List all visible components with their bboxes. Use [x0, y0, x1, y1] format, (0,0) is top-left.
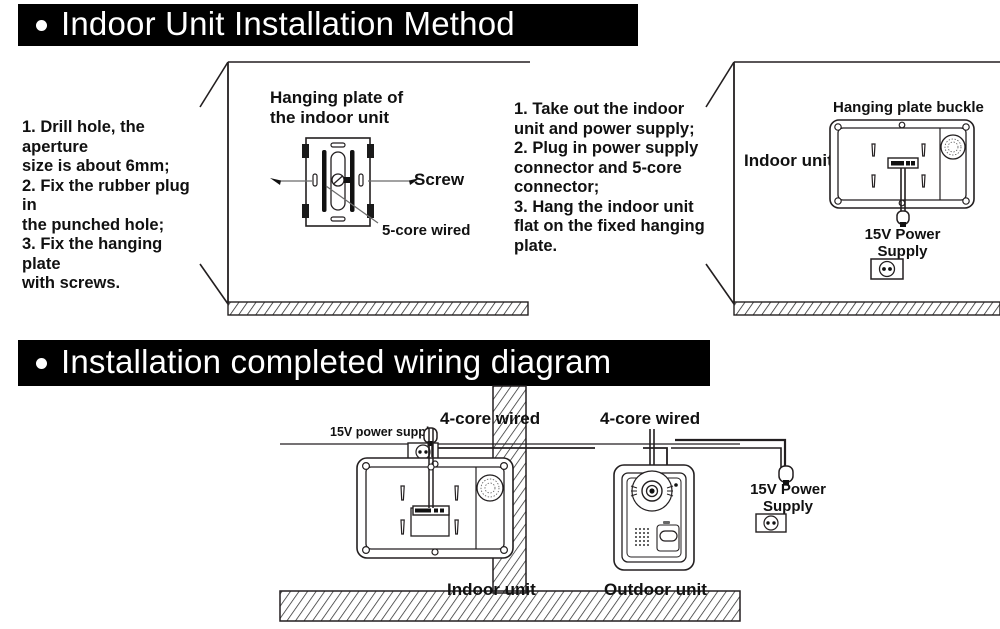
screw-label: Screw — [414, 170, 465, 189]
outdoor-unit-drawing — [613, 429, 695, 571]
installation-steps-left: 1. Drill hole, the aperture size is abou… — [22, 118, 190, 292]
indoor-unit-rear-drawing — [829, 119, 975, 227]
outdoor-unit-label: Outdoor unit — [604, 580, 707, 599]
indoor-unit-label-top: Indoor unit — [744, 151, 833, 170]
installation-steps-right: 1. Take out the indoor unit and power su… — [514, 100, 705, 255]
section-title-bar-1: Indoor Unit Installation Method — [18, 4, 638, 46]
five-core-wired-label: 5-core wired — [382, 222, 471, 239]
section-title-bar-2: Installation completed wiring diagram — [18, 340, 710, 386]
section-title-1-text: Indoor Unit Installation Method — [61, 5, 515, 42]
indoor-unit-label-bottom: Indoor unit — [447, 580, 536, 599]
wall-socket-icon — [870, 258, 904, 280]
bullet-dot-icon — [36, 19, 47, 31]
hanging-plate-caption: Hanging plate of the indoor unit — [270, 88, 404, 127]
power-supply-label-right: 15V Power Supply — [750, 481, 826, 515]
power-plug-left — [423, 427, 438, 457]
hanging-plate-buckle-label: Hanging plate buckle — [833, 99, 984, 116]
power-supply-label-top: 15V Power Supply — [864, 226, 941, 260]
bullet-dot-icon-2 — [36, 357, 47, 369]
wall-socket-icon-right — [755, 513, 787, 533]
four-core-wired-label-left: 4-core wired — [440, 409, 541, 428]
four-core-wired-label-right: 4-core wired — [600, 409, 701, 428]
indoor-unit-rear-drawing-bottom — [356, 428, 514, 559]
section-title-2-text: Installation completed wiring diagram — [61, 343, 612, 380]
